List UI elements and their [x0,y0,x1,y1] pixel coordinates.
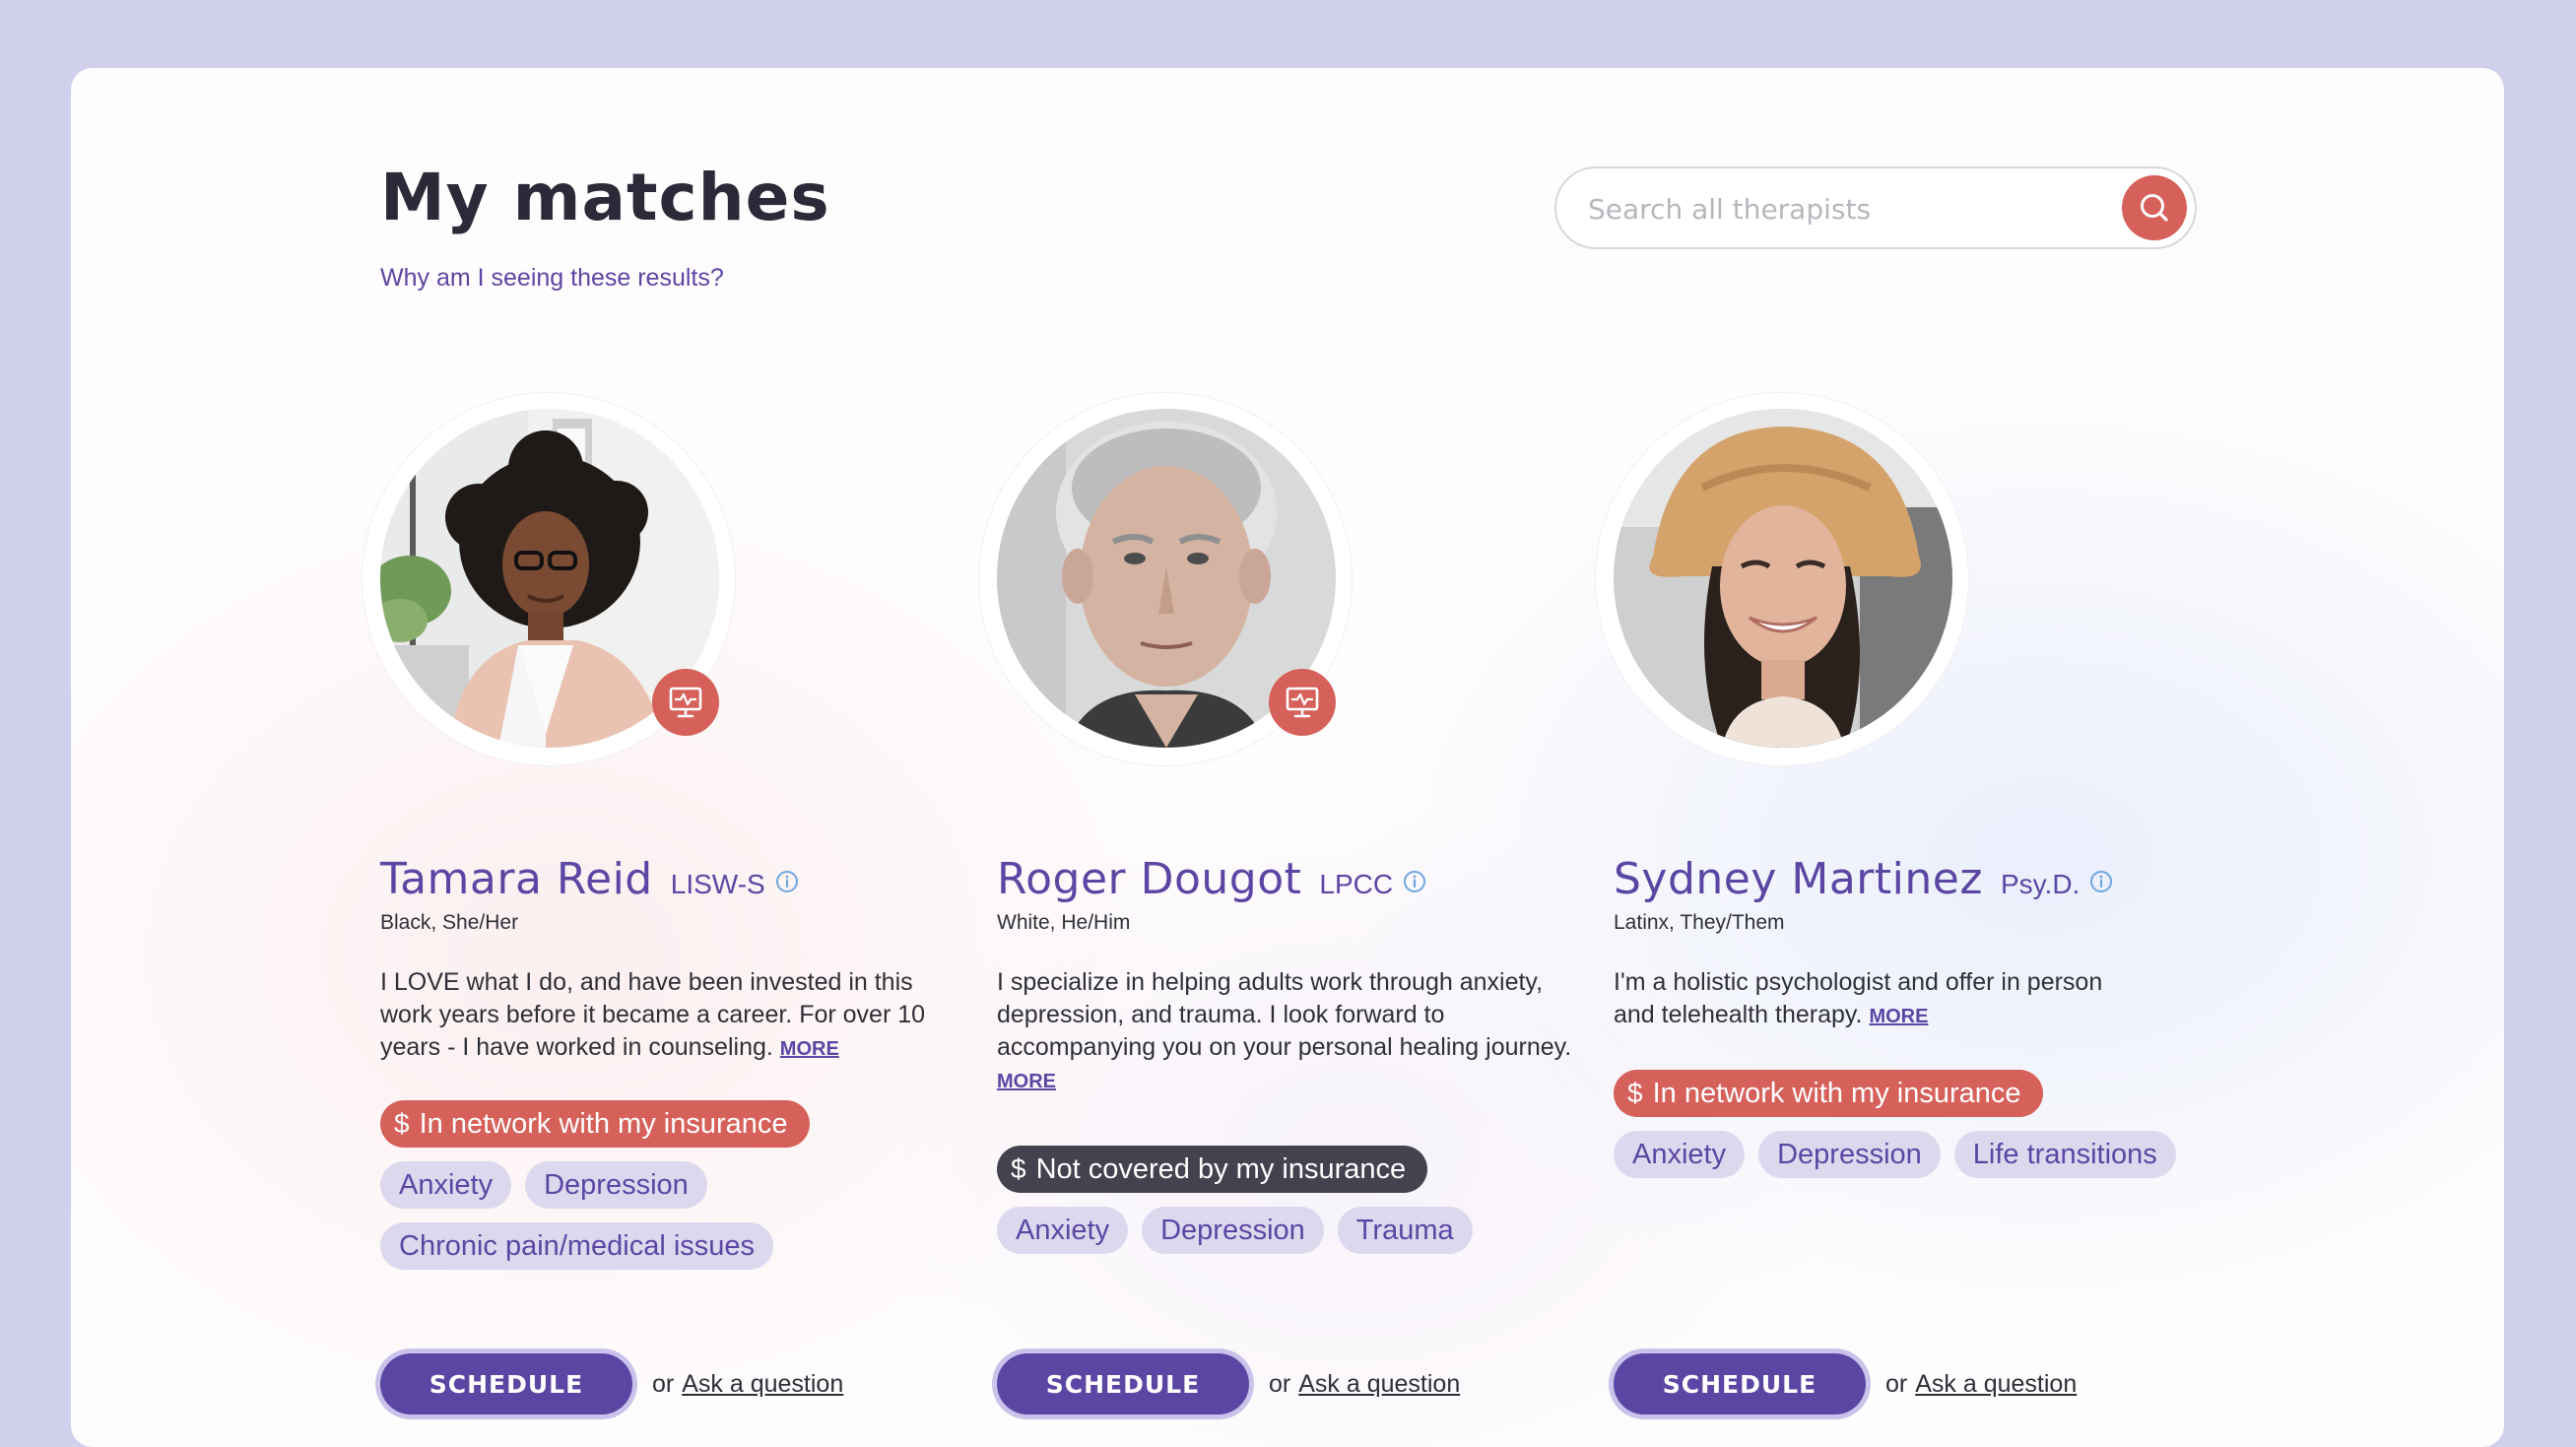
dollar-icon: $ [1627,1078,1643,1108]
therapist-credential: Psy.D. [2000,869,2081,899]
therapist-identity: White, He/Him [997,911,1131,934]
card-actions: SCHEDULE or Ask a question [380,1353,843,1414]
therapist-name-row: Tamara Reid LISW-S [380,854,799,904]
therapist-credential: LISW-S [670,869,765,899]
telehealth-monitor-icon [1286,687,1319,718]
schedule-button[interactable]: SCHEDULE [1614,1353,1866,1414]
therapist-identity: Black, She/Her [380,911,519,934]
specialty-tags: Anxiety Depression Trauma [997,1207,1608,1254]
or-text: or [1269,1369,1291,1398]
therapist-name[interactable]: Tamara Reid [380,854,653,904]
specialty-tag: Depression [525,1161,707,1209]
ask-question-link[interactable]: Ask a question [682,1370,843,1399]
therapist-card: Roger Dougot LPCC White, He/Him I specia… [979,393,1588,1414]
therapist-tags: $ In network with my insurance Anxiety D… [1614,1070,2224,1178]
specialty-tag: Depression [1142,1207,1324,1254]
schedule-button[interactable]: SCHEDULE [380,1353,632,1414]
insurance-badge: $ Not covered by my insurance [997,1146,1428,1193]
insurance-badge: $ In network with my insurance [380,1100,810,1148]
more-link[interactable]: MORE [780,1038,839,1060]
bio-text: I specialize in helping adults work thro… [997,968,1572,1061]
specialty-tag: Anxiety [380,1161,512,1209]
specialty-tag: Chronic pain/medical issues [380,1222,774,1270]
specialty-tag: Trauma [1337,1207,1473,1254]
therapist-bio: I LOVE what I do, and have been invested… [380,966,971,1066]
info-icon[interactable] [2089,870,2113,893]
therapist-bio: I'm a holistic psychologist and offer in… [1614,966,2106,1033]
or-text: or [1885,1369,1908,1398]
info-icon[interactable] [775,870,799,893]
therapist-credential: LPCC [1319,869,1394,899]
main-panel: My matches Why am I seeing these results… [71,68,2504,1447]
specialty-tag: Anxiety [1614,1131,1746,1178]
card-actions: SCHEDULE or Ask a question [1614,1353,2077,1414]
page-title: My matches [380,160,830,235]
insurance-label: In network with my insurance [419,1107,788,1140]
therapist-name[interactable]: Sydney Martinez [1614,854,1983,904]
ask-question-link[interactable]: Ask a question [1915,1370,2077,1399]
therapist-search [1554,166,2197,249]
therapist-name[interactable]: Roger Dougot [997,854,1301,904]
insurance-badge: $ In network with my insurance [1614,1070,2043,1117]
therapist-photo[interactable] [1614,409,1952,748]
more-link[interactable]: MORE [1869,1006,1928,1027]
specialty-tag: Depression [1758,1131,1941,1178]
telehealth-monitor-icon [669,687,702,718]
therapist-name-row: Roger Dougot LPCC [997,854,1426,904]
dollar-icon: $ [394,1108,410,1139]
why-results-link[interactable]: Why am I seeing these results? [380,264,724,293]
specialty-tags: Anxiety Depression Chronic pain/medical … [380,1161,991,1270]
search-input[interactable] [1586,182,2102,235]
therapist-card: Tamara Reid LISW-S Black, She/Her I LOVE… [363,393,971,1414]
specialty-tag: Anxiety [997,1207,1129,1254]
therapist-bio: I specialize in helping adults work thro… [997,966,1588,1098]
schedule-button[interactable]: SCHEDULE [997,1353,1249,1414]
therapist-name-row: Sydney Martinez Psy.D. [1614,854,2113,904]
therapist-tags: $ Not covered by my insurance Anxiety De… [997,1146,1608,1254]
dollar-icon: $ [1011,1153,1026,1184]
search-icon [2141,194,2168,222]
telehealth-badge [652,669,719,736]
therapist-tags: $ In network with my insurance Anxiety D… [380,1100,991,1270]
insurance-label: In network with my insurance [1652,1077,2021,1109]
or-text: or [652,1369,675,1398]
info-icon[interactable] [1403,870,1426,893]
bio-text: I'm a holistic psychologist and offer in… [1614,968,2103,1028]
more-link[interactable]: MORE [997,1071,1056,1092]
therapist-card: Sydney Martinez Psy.D. Latinx, They/Them… [1596,393,2205,1414]
therapist-identity: Latinx, They/Them [1614,911,1785,934]
specialty-tags: Anxiety Depression Life transitions [1614,1131,2224,1178]
ask-question-link[interactable]: Ask a question [1298,1370,1460,1399]
specialty-tag: Life transitions [1953,1131,2176,1178]
insurance-label: Not covered by my insurance [1035,1152,1407,1185]
bio-text: I LOVE what I do, and have been invested… [380,968,926,1061]
search-button[interactable] [2122,175,2187,240]
card-actions: SCHEDULE or Ask a question [997,1353,1460,1414]
telehealth-badge [1269,669,1336,736]
